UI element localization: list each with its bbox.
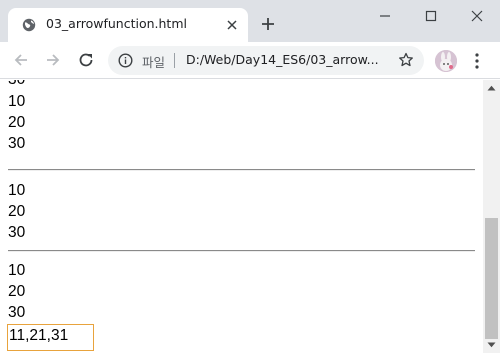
output-line: 30 (8, 80, 25, 89)
output-line: 20 (8, 283, 26, 300)
close-window-icon[interactable] (467, 6, 487, 26)
toolbar: 파일 D:/Web/Day14_ES6/03_arrow... (0, 42, 500, 79)
address-url[interactable]: D:/Web/Day14_ES6/03_arrow... (186, 52, 379, 67)
maximize-icon[interactable] (421, 6, 441, 26)
horizontal-rule (8, 169, 475, 171)
more-menu-icon[interactable] (474, 52, 480, 70)
result-box: 11,21,31 (7, 324, 94, 351)
output-line: 10 (8, 93, 26, 110)
output-line: 20 (8, 114, 26, 131)
address-separator (174, 53, 175, 68)
output-line: 20 (8, 203, 26, 220)
output-line: 10 (8, 262, 26, 279)
output-line: 30 (8, 224, 26, 241)
scroll-up-arrow-icon[interactable] (487, 85, 496, 91)
close-tab-icon[interactable] (226, 19, 238, 31)
minimize-icon[interactable] (375, 6, 395, 26)
output-line: 30 (8, 304, 26, 321)
result-text: 11,21,31 (9, 327, 69, 344)
reload-icon[interactable] (77, 51, 95, 69)
vertical-scrollbar[interactable] (483, 80, 500, 353)
back-arrow-icon[interactable] (12, 51, 30, 69)
globe-icon (22, 18, 36, 32)
output-line: 10 (8, 182, 26, 199)
browser-window: 03_arrowfunction.html 파일 D:/Web/Day14_ES… (0, 0, 500, 353)
tab-title: 03_arrowfunction.html (46, 16, 187, 31)
forward-arrow-icon[interactable] (44, 51, 62, 69)
avatar-image (435, 50, 457, 72)
output-line: 30 (8, 135, 26, 152)
profile-avatar[interactable] (435, 50, 457, 72)
tab-strip: 03_arrowfunction.html (0, 0, 500, 42)
new-tab-icon[interactable] (260, 16, 276, 32)
address-bar[interactable]: 파일 D:/Web/Day14_ES6/03_arrow... (108, 46, 424, 75)
scroll-down-arrow-icon[interactable] (487, 342, 496, 348)
info-icon[interactable] (118, 53, 133, 68)
scrollbar-thumb[interactable] (485, 218, 498, 339)
horizontal-rule (8, 250, 475, 252)
bookmark-star-icon[interactable] (398, 52, 414, 68)
tab-active[interactable]: 03_arrowfunction.html (8, 8, 248, 42)
page-content: 30 10 20 30 10 20 30 10 20 30 11,21,31 (0, 80, 483, 353)
address-scheme-label: 파일 (142, 55, 166, 70)
